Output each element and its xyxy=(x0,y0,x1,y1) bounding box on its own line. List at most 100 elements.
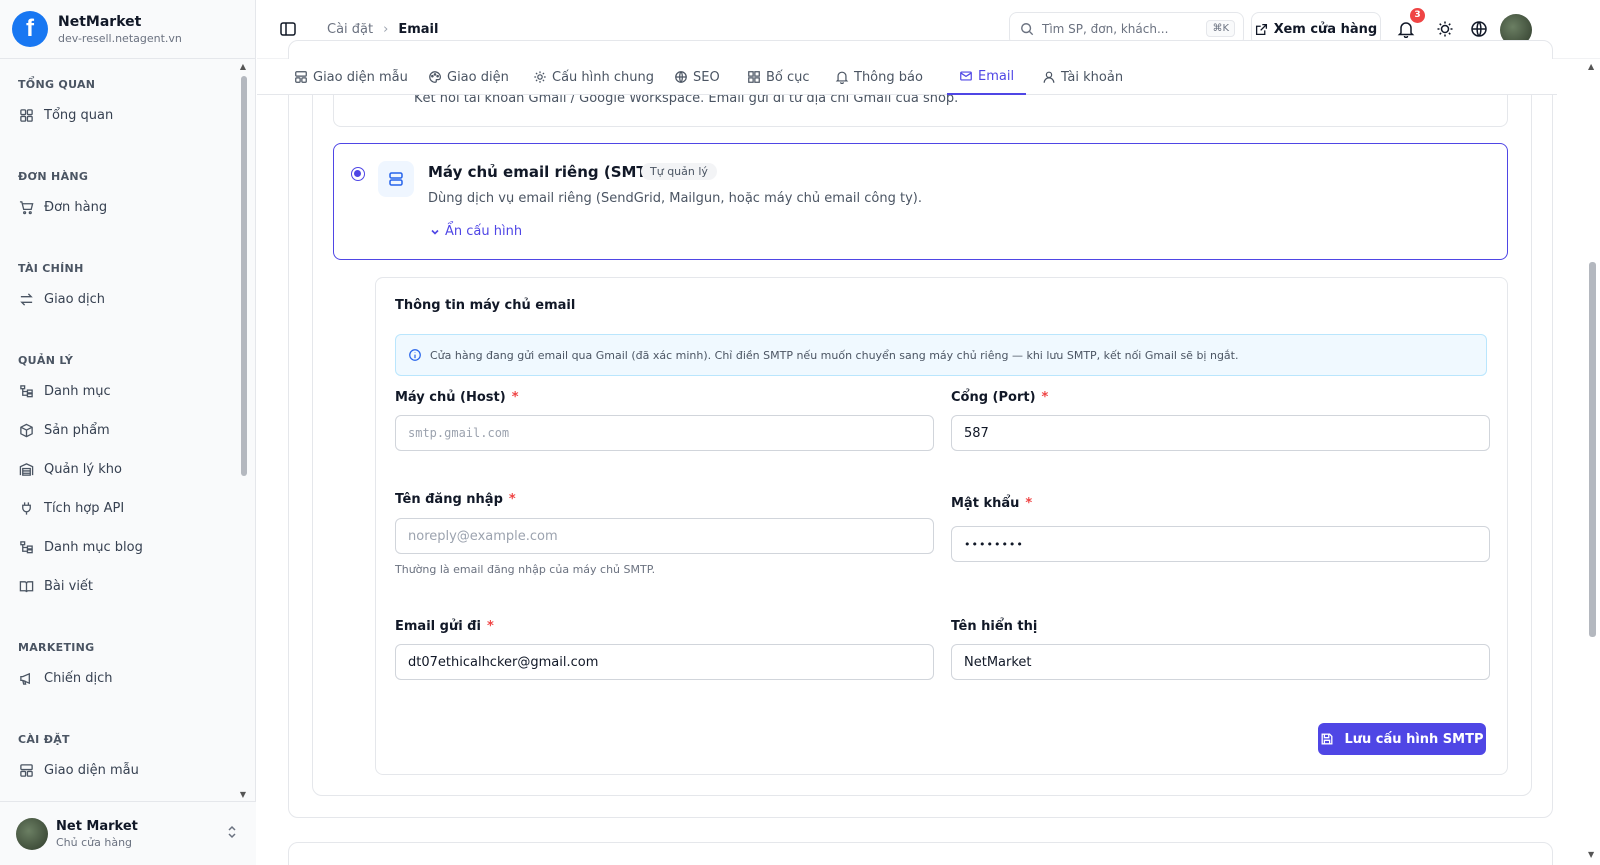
tab-label: Cấu hình chung xyxy=(552,69,654,85)
sidebar-scrollbar[interactable] xyxy=(241,76,247,476)
user-name: Net Market xyxy=(56,818,138,834)
sidebar-item-label: Sản phẩm xyxy=(44,423,110,438)
palette-icon xyxy=(428,70,442,84)
tab-giao-dien-mau[interactable]: Giao diện mẫu xyxy=(294,59,408,95)
sidebar-item-label: Bài viết xyxy=(44,579,94,594)
sidebar-nav: TỔNG QUAN Tổng quan ĐƠN HÀNG Đơn hàng TÀ… xyxy=(0,60,244,800)
sidebar-scroll-up-icon[interactable]: ▲ xyxy=(238,62,248,71)
sidebar-item-tong-quan[interactable]: Tổng quan xyxy=(0,96,244,135)
tab-thong-bao[interactable]: Thông báo xyxy=(835,59,923,95)
settings-tabs: Giao diện mẫu Giao diện Cấu hình chung S… xyxy=(257,59,1557,95)
smtp-option-title: Máy chủ email riêng (SMTP) xyxy=(428,163,665,181)
sidebar-toggle-icon[interactable] xyxy=(279,20,297,38)
port-label: Cổng (Port) * xyxy=(951,390,1049,405)
required-marker: * xyxy=(1025,496,1033,511)
tab-label: Tài khoản xyxy=(1061,69,1124,85)
search-icon xyxy=(1020,22,1034,36)
sidebar-item-label: Tích hợp API xyxy=(44,501,125,516)
save-smtp-label: Lưu cấu hình SMTP xyxy=(1344,731,1484,747)
arrows-icon xyxy=(18,292,34,308)
user-icon xyxy=(1042,70,1056,84)
save-smtp-button[interactable]: Lưu cấu hình SMTP xyxy=(1318,723,1486,755)
nav-group-title: TÀI CHÍNH xyxy=(18,262,84,275)
user-menu[interactable]: Net Market Chủ cửa hàng xyxy=(0,801,256,865)
sidebar-item-label: Tổng quan xyxy=(44,108,114,123)
box-icon xyxy=(18,423,34,439)
warehouse-icon xyxy=(18,462,34,478)
required-marker: * xyxy=(1041,390,1049,405)
sidebar-item-chien-dich[interactable]: Chiến dịch xyxy=(0,659,244,698)
nav-group-title: QUẢN LÝ xyxy=(18,354,74,367)
sidebar-item-tich-hop-api[interactable]: Tích hợp API xyxy=(0,489,244,528)
breadcrumb-item[interactable]: Cài đặt xyxy=(327,22,373,37)
brand-name: NetMarket xyxy=(58,13,142,30)
sun-icon[interactable] xyxy=(1436,20,1454,38)
port-field[interactable]: 587 xyxy=(951,415,1490,451)
page-scroll-down-icon[interactable]: ▼ xyxy=(1588,850,1594,859)
host-field[interactable]: smtp.gmail.com xyxy=(395,415,934,451)
notification-badge: 3 xyxy=(1410,8,1425,23)
sidebar-item-label: Giao diện mẫu xyxy=(44,763,139,778)
username-label: Tên đăng nhập * xyxy=(395,492,516,507)
chevron-right-icon: › xyxy=(383,21,389,37)
search-placeholder: Tìm SP, đơn, khách... xyxy=(1042,22,1169,36)
hide-config-label: Ẩn cấu hình xyxy=(445,224,523,239)
tab-label: Bố cục xyxy=(766,69,810,85)
tree-icon xyxy=(18,540,34,556)
bell-icon xyxy=(835,70,849,84)
tab-bo-cuc[interactable]: Bố cục xyxy=(747,59,810,95)
page-scroll-up-icon[interactable]: ▲ xyxy=(1588,62,1594,71)
cart-icon xyxy=(18,200,34,216)
info-alert-text: Cửa hàng đang gửi email qua Gmail (đã xá… xyxy=(430,348,1239,362)
tab-label: Thông báo xyxy=(854,69,923,85)
password-label: Mật khẩu * xyxy=(951,496,1033,511)
username-field[interactable]: noreply@example.com xyxy=(395,518,934,554)
avatar xyxy=(16,817,48,850)
chevrons-up-down-icon[interactable] xyxy=(226,824,238,840)
tab-label: Giao diện xyxy=(447,69,509,85)
display-name-field[interactable]: NetMarket xyxy=(951,644,1490,680)
tab-label: Email xyxy=(978,68,1015,84)
nav-group-title: ĐƠN HÀNG xyxy=(18,170,89,183)
tab-giao-dien[interactable]: Giao diện xyxy=(428,59,509,95)
sidebar-item-san-pham[interactable]: Sản phẩm xyxy=(0,411,244,450)
info-alert: Cửa hàng đang gửi email qua Gmail (đã xá… xyxy=(395,334,1487,376)
sidebar-item-label: Giao dịch xyxy=(44,292,105,307)
display-name-label: Tên hiển thị xyxy=(951,619,1038,634)
sidebar-item-label: Danh mục blog xyxy=(44,540,143,555)
sidebar-item-giao-dien-mau[interactable]: Giao diện mẫu xyxy=(0,751,244,790)
sidebar-item-label: Đơn hàng xyxy=(44,200,108,215)
bell-icon[interactable] xyxy=(1397,20,1415,39)
tab-label: Giao diện mẫu xyxy=(313,69,408,85)
password-field[interactable]: •••••••• xyxy=(951,526,1490,562)
smtp-radio[interactable] xyxy=(351,167,365,181)
breadcrumb-current: Email xyxy=(398,21,439,37)
sidebar-item-danh-muc[interactable]: Danh mục xyxy=(0,372,244,411)
server-icon xyxy=(378,161,414,197)
brand[interactable]: f NetMarket dev-resell.netagent.vn xyxy=(0,0,255,59)
layout-icon xyxy=(294,70,308,84)
mail-icon xyxy=(959,69,973,83)
hide-config-toggle[interactable]: Ẩn cấu hình xyxy=(430,224,522,239)
sidebar-item-danh-muc-blog[interactable]: Danh mục blog xyxy=(0,528,244,567)
sidebar-item-giao-dich[interactable]: Giao dịch xyxy=(0,280,244,319)
external-link-icon xyxy=(1255,23,1268,36)
smtp-option-description: Dùng dịch vụ email riêng (SendGrid, Mail… xyxy=(428,191,922,206)
tab-tai-khoan[interactable]: Tài khoản xyxy=(1042,59,1123,95)
from-email-field[interactable]: dt07ethicalhcker@gmail.com xyxy=(395,644,934,680)
save-icon xyxy=(1320,732,1334,746)
tab-seo[interactable]: SEO xyxy=(674,59,720,95)
nav-group-title: CÀI ĐẶT xyxy=(18,733,70,746)
grid-icon xyxy=(747,70,761,84)
config-title: Thông tin máy chủ email xyxy=(395,298,576,313)
page-scrollbar[interactable] xyxy=(1589,262,1596,637)
megaphone-icon xyxy=(18,671,34,687)
sidebar-item-don-hang[interactable]: Đơn hàng xyxy=(0,188,244,227)
sidebar-item-bai-viet[interactable]: Bài viết xyxy=(0,567,244,606)
plug-icon xyxy=(18,501,34,517)
sidebar-scroll-down-icon[interactable]: ▼ xyxy=(238,790,248,799)
tab-email[interactable]: Email xyxy=(947,59,1027,95)
globe-icon[interactable] xyxy=(1470,20,1488,38)
sidebar-item-quan-ly-kho[interactable]: Quản lý kho xyxy=(0,450,244,489)
tab-cau-hinh-chung[interactable]: Cấu hình chung xyxy=(533,59,654,95)
